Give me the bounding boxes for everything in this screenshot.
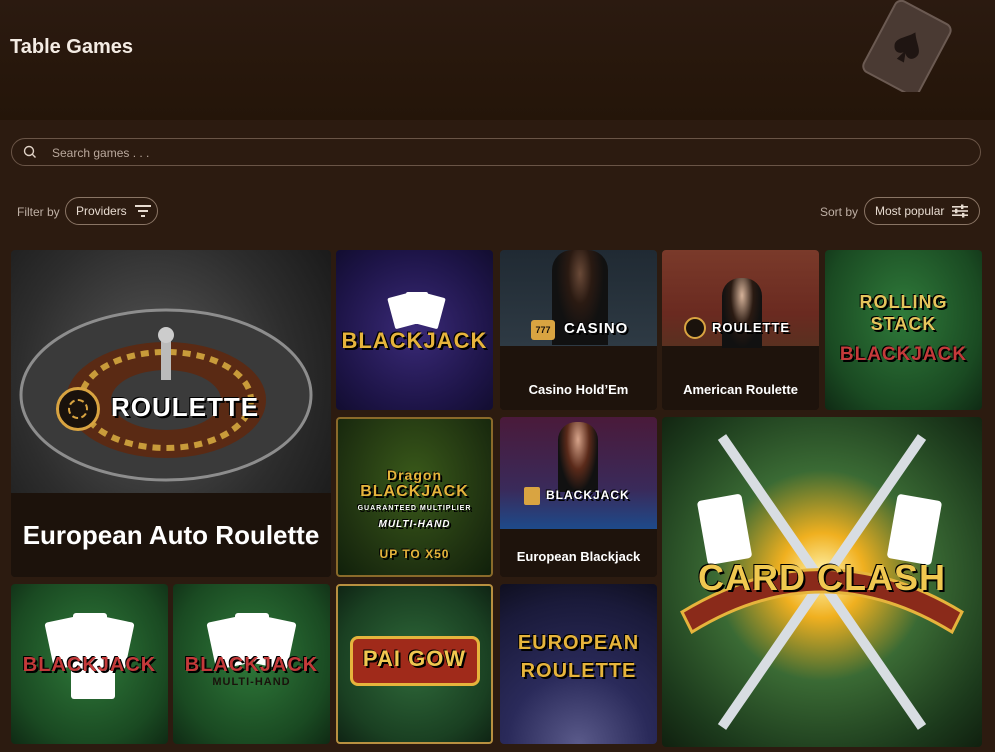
game-tile-card-clash[interactable]: CARD CLASH: [662, 417, 982, 747]
roulette-logo-icon: [56, 387, 100, 431]
roulette-logo-icon: [684, 317, 706, 339]
game-logo-text: Dragon: [387, 467, 442, 483]
game-tile-blackjack-multi-hand[interactable]: BLACKJACK MULTI-HAND: [173, 584, 330, 744]
game-caption: Casino Hold’Em: [500, 368, 657, 410]
game-logo-text: CARD CLASH: [698, 557, 946, 598]
game-tile-dragon-blackjack[interactable]: Dragon BLACKJACK GUARANTEED MULTIPLIER M…: [336, 417, 493, 577]
dealer-image: [722, 278, 762, 348]
blackjack-badge-icon: [524, 487, 540, 505]
sliders-icon: [952, 204, 969, 218]
game-logo-text: UP TO X50: [379, 547, 450, 561]
game-logo-text: MULTI-HAND: [378, 519, 451, 530]
page-title: Table Games: [10, 36, 134, 58]
search-input[interactable]: [50, 141, 954, 165]
spade-card-icon: [852, 0, 962, 97]
game-logo-text: BLACKJACK: [184, 654, 319, 676]
dealer-image: [558, 422, 598, 492]
filter-icon: [134, 205, 151, 217]
sort-selected: Most popular: [875, 204, 945, 218]
providers-label: Providers: [76, 204, 127, 218]
game-tile-blackjack[interactable]: BLACKJACK: [336, 250, 493, 410]
game-caption: European Auto Roulette: [11, 493, 331, 577]
game-tile-blackjack-classic[interactable]: BLACKJACK: [11, 584, 168, 744]
game-logo-text: ROLLING: [859, 292, 948, 312]
game-logo-text: BLACKJACK: [341, 328, 488, 353]
search-icon: [23, 145, 36, 158]
game-tile-european-roulette[interactable]: EUROPEAN ROULETTE: [500, 584, 657, 744]
game-logo-text: STACK: [870, 314, 937, 334]
game-tile-casino-holdem[interactable]: 777 CASINO Casino Hold’Em: [500, 250, 657, 410]
game-logo-text: EUROPEAN: [517, 632, 640, 654]
game-logo-text: BLACKJACK: [839, 344, 968, 365]
page-header: [0, 0, 995, 120]
game-tile-american-roulette[interactable]: ROULETTE American Roulette: [662, 250, 819, 410]
game-tile-pai-gow[interactable]: PAI GOW: [336, 584, 493, 744]
game-logo-text: PAI GOW: [362, 646, 467, 671]
game-logo-text: ROULETTE: [111, 392, 260, 422]
game-tile-european-blackjack[interactable]: BLACKJACK European Blackjack: [500, 417, 657, 577]
game-tile-rolling-stack-blackjack[interactable]: ROLLING STACK BLACKJACK: [825, 250, 982, 410]
casino-badge-icon: 777: [531, 320, 555, 340]
game-logo-text: GUARANTEED MULTIPLIER: [357, 505, 472, 512]
filter-label: Filter by: [17, 205, 60, 219]
game-logo-text: BLACKJACK: [546, 488, 630, 502]
roulette-wheel-image: [19, 308, 313, 482]
sort-label: Sort by: [820, 205, 859, 219]
game-caption: American Roulette: [662, 368, 819, 410]
game-logo-text: CASINO: [564, 320, 629, 337]
search-bar[interactable]: [11, 138, 981, 166]
game-logo-text: BLACKJACK: [22, 654, 157, 676]
game-logo-text: ROULETTE: [520, 660, 637, 682]
game-logo-text: BLACKJACK: [360, 483, 469, 500]
game-caption: European Blackjack: [500, 535, 657, 577]
providers-filter-button[interactable]: Providers: [65, 197, 158, 225]
game-tile-european-auto-roulette[interactable]: ROULETTE European Auto Roulette: [11, 250, 331, 577]
game-logo-text: MULTI-HAND: [212, 676, 291, 688]
game-logo-text: ROULETTE: [712, 320, 791, 335]
sort-dropdown[interactable]: Most popular: [864, 197, 980, 225]
